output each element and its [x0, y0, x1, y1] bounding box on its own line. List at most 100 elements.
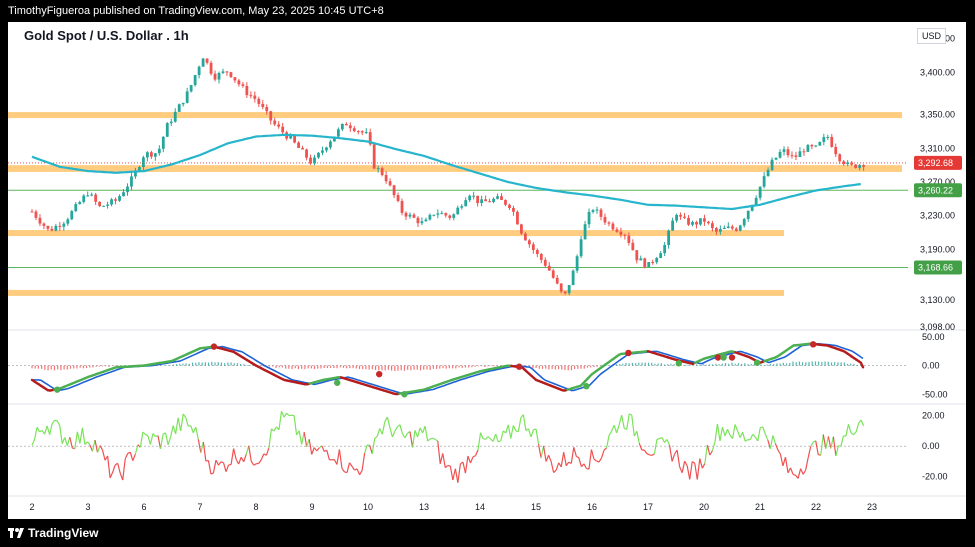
- candle-body: [496, 196, 499, 199]
- oscillator-line-segment: [694, 463, 698, 480]
- oscillator-line-segment: [545, 455, 550, 462]
- oscillator-line-segment: [109, 472, 114, 479]
- oscillator-line-segment: [152, 433, 156, 437]
- oscillator-line-segment: [714, 423, 719, 443]
- candle-body: [301, 147, 304, 150]
- oscillator-line-segment: [442, 453, 446, 468]
- candle-body: [730, 226, 734, 229]
- candle-body: [778, 151, 782, 158]
- candle-body: [38, 217, 42, 224]
- oscillator-line-segment: [159, 434, 164, 450]
- time-axis-label: 7: [197, 502, 202, 512]
- currency-label[interactable]: USD: [917, 28, 947, 44]
- candle-body: [555, 277, 559, 284]
- oscillator-line-segment: [474, 449, 479, 456]
- macd-cross-marker: [516, 363, 523, 370]
- candle-body: [380, 168, 384, 176]
- chart-svg[interactable]: 3,440.003,400.003,350.003,310.003,270.00…: [8, 22, 966, 519]
- oscillator-line-segment: [301, 432, 305, 445]
- oscillator-line-segment: [742, 431, 746, 442]
- oscillator-line-segment: [303, 432, 308, 447]
- macd-axis-label: 0.00: [922, 361, 940, 371]
- oscillator-line-segment: [449, 465, 454, 481]
- time-axis-label: 22: [811, 502, 821, 512]
- candle-body: [699, 218, 702, 225]
- candle-body: [818, 141, 822, 146]
- oscillator-line-segment: [145, 433, 149, 437]
- chart-area[interactable]: 3,440.003,400.003,350.003,310.003,270.00…: [8, 22, 966, 519]
- candle-body: [90, 194, 94, 196]
- oscillator-line-segment: [616, 424, 620, 434]
- candle-body: [527, 240, 531, 245]
- candle-body: [396, 195, 400, 201]
- resistance-zone: [8, 112, 902, 119]
- candle-body: [412, 214, 416, 218]
- candle-body: [404, 212, 408, 217]
- candle-body: [209, 62, 213, 74]
- oscillator-line-segment: [235, 458, 240, 465]
- candle-body: [718, 228, 722, 232]
- candle-body: [281, 126, 285, 133]
- oscillator-line-segment: [689, 461, 693, 480]
- candle-body: [169, 121, 173, 124]
- macd-cross-marker: [583, 383, 590, 390]
- macd-cross-marker: [714, 354, 722, 361]
- candle-body: [647, 262, 651, 268]
- oscillator-line-segment: [638, 443, 643, 451]
- oscillator-line-segment: [447, 464, 451, 467]
- candle-body: [547, 265, 551, 271]
- time-axis-label: 23: [867, 502, 877, 512]
- oscillator-line-segment: [457, 463, 461, 483]
- tradingview-logo-icon: [8, 528, 24, 538]
- oscillator-line-segment: [243, 454, 247, 462]
- candle-body: [683, 216, 686, 218]
- price-axis: 3,440.003,400.003,350.003,310.003,270.00…: [914, 34, 962, 482]
- candle-body: [822, 137, 826, 142]
- candle-body: [631, 242, 635, 251]
- oscillator-line-segment: [139, 431, 144, 448]
- macd-cross-marker: [334, 379, 341, 386]
- oscillator-line-segment: [225, 464, 230, 472]
- oscillator-line-segment: [86, 441, 91, 446]
- candle-body: [372, 144, 376, 169]
- candle-body: [50, 228, 54, 231]
- oscillator-line-segment: [626, 413, 630, 430]
- oscillator-line-segment: [101, 450, 106, 461]
- resistance-zone: [8, 289, 784, 296]
- horizontal-levels: [8, 162, 908, 268]
- candle-body: [579, 239, 583, 257]
- candle-body: [858, 165, 862, 168]
- oscillator-line-segment: [177, 417, 182, 432]
- candle-body: [408, 214, 412, 217]
- candle-body: [106, 204, 109, 206]
- candle-body: [86, 195, 90, 197]
- candle-body: [74, 204, 78, 212]
- candle-body: [384, 175, 388, 182]
- oscillator-line-segment: [611, 424, 615, 432]
- oscillator-line-segment: [157, 435, 162, 450]
- oscillator-line-segment: [767, 440, 771, 449]
- price-badge-label: 3,168.66: [918, 262, 953, 272]
- oscillator-line-segment: [535, 428, 540, 445]
- oscillator-line-segment: [822, 434, 827, 449]
- oscillator-line-segment: [752, 433, 756, 438]
- oscillator-line-segment: [439, 453, 444, 464]
- candle-body: [687, 217, 690, 225]
- oscillator-line-segment: [112, 464, 116, 473]
- candle-body: [34, 211, 38, 218]
- candle-body: [364, 132, 368, 134]
- oscillator-line-segment: [61, 437, 66, 444]
- oscillator-line-segment: [540, 445, 545, 459]
- oscillator-line-segment: [668, 445, 673, 462]
- candle-body: [201, 58, 205, 67]
- candle-body: [82, 195, 86, 203]
- candle-body: [567, 285, 571, 294]
- chart-title[interactable]: Gold Spot / U.S. Dollar . 1h: [24, 28, 189, 43]
- candle-body: [854, 164, 858, 168]
- candle-body: [707, 221, 710, 224]
- oscillator-line-segment: [522, 414, 527, 431]
- oscillator-line-segment: [684, 460, 688, 467]
- oscillator-line-segment: [666, 439, 671, 446]
- macd-cross-marker: [401, 391, 408, 398]
- oscillator-line-segment: [671, 453, 676, 462]
